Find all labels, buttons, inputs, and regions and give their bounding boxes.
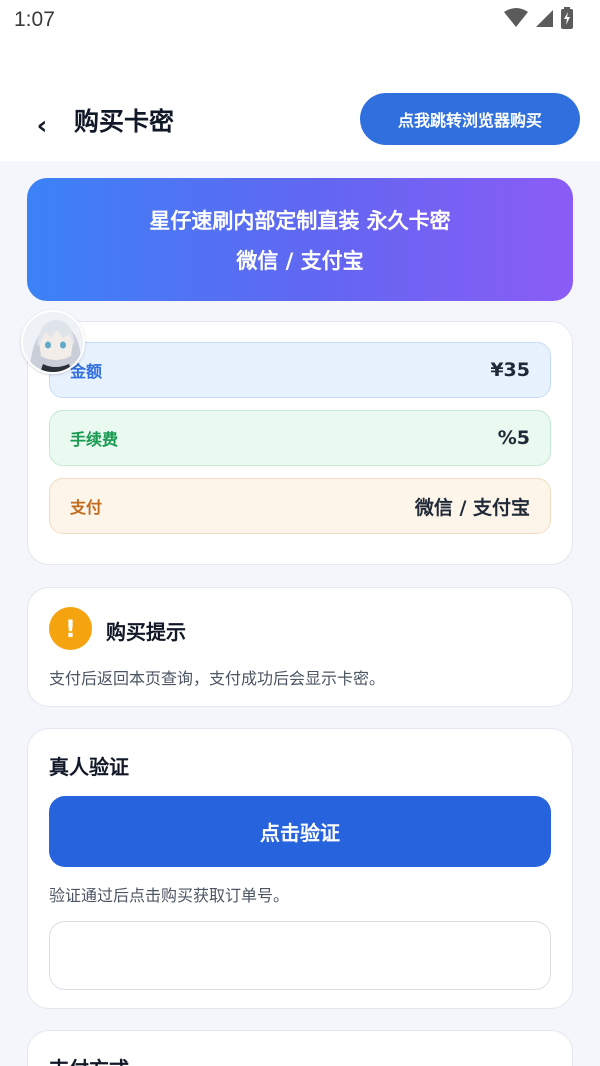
verification-title: 真人验证: [49, 755, 129, 779]
page-title: 购买卡密: [74, 107, 175, 136]
status-time: 1:07: [14, 8, 55, 31]
payment-method-title: 支付方式: [49, 1053, 129, 1066]
verification-card: 真人验证 点击验证 验证通过后点击购买获取订单号。: [27, 728, 573, 1009]
amount-value: ¥35: [490, 359, 530, 381]
tip-text: 支付后返回本页查询，支付成功后会显示卡密。: [49, 669, 386, 688]
purchase-tip-card: ! 购买提示 支付后返回本页查询，支付成功后会显示卡密。: [27, 587, 573, 707]
open-browser-button[interactable]: 点我跳转浏览器购买: [360, 93, 580, 145]
app-header: ‹ 购买卡密 点我跳转浏览器购买: [0, 40, 600, 161]
fee-row: 手续费 %5: [49, 410, 551, 466]
status-icons: [504, 7, 574, 33]
fee-label: 手续费: [70, 430, 119, 449]
payment-value: 微信 / 支付宝: [414, 496, 530, 519]
product-banner: 星仔速刷内部定制直装 永久卡密 微信 / 支付宝: [27, 178, 573, 301]
banner-subtitle: 微信 / 支付宝: [236, 248, 364, 273]
order-info-card: 金额 ¥35 手续费 %5 支付 微信 / 支付宝: [27, 321, 573, 565]
order-number-input[interactable]: [49, 921, 551, 990]
banner-title: 星仔速刷内部定制直装 永久卡密: [149, 208, 451, 233]
amount-row: 金额 ¥35: [49, 342, 551, 398]
avatar[interactable]: [21, 310, 85, 374]
fee-value: %5: [497, 427, 530, 449]
cell-signal-icon: [534, 8, 554, 32]
payment-row: 支付 微信 / 支付宝: [49, 478, 551, 534]
wifi-icon: [504, 8, 528, 32]
battery-icon: [560, 7, 574, 33]
payment-label: 支付: [70, 498, 103, 517]
verification-hint: 验证通过后点击购买获取订单号。: [49, 886, 290, 905]
payment-method-card: 支付方式: [27, 1030, 573, 1066]
verify-button[interactable]: 点击验证: [49, 796, 551, 867]
exclamation-icon: !: [49, 607, 92, 650]
tip-title: 购买提示: [106, 620, 186, 644]
back-button[interactable]: ‹: [28, 111, 56, 141]
status-bar: 1:07: [0, 0, 600, 40]
chevron-left-icon: ‹: [36, 111, 48, 141]
